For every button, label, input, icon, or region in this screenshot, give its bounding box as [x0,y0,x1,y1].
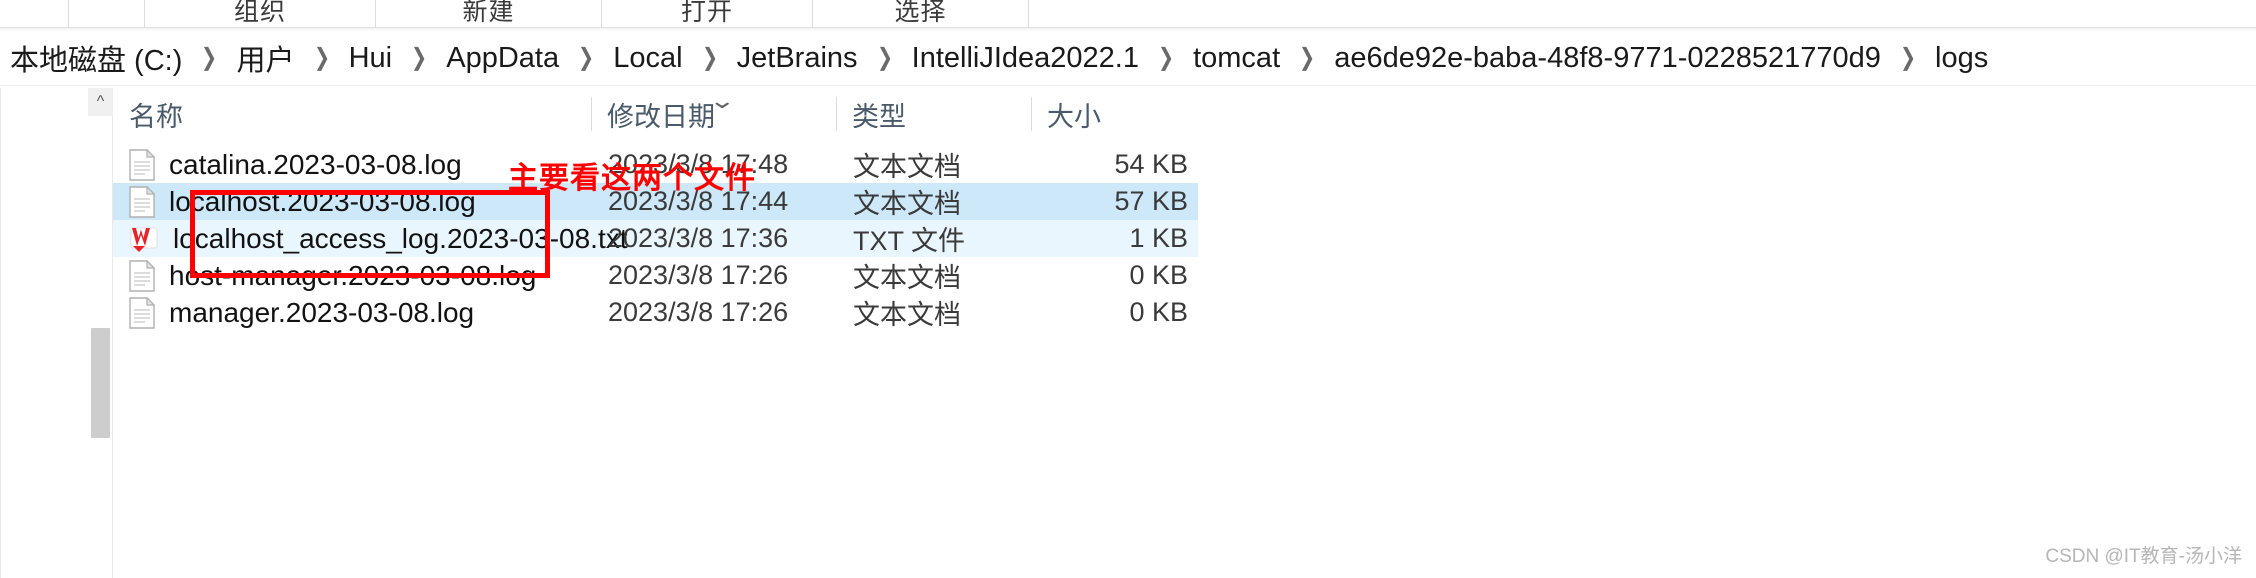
file-type-cell: 文本文档 [853,263,961,293]
text-file-icon [129,296,155,329]
breadcrumb-item-local[interactable]: Local [609,40,686,77]
file-name-cell[interactable]: manager.2023-03-08.log [129,296,475,329]
breadcrumb-item-hui[interactable]: Hui [345,40,397,77]
file-name-cell[interactable]: catalina.2023-03-08.log [129,148,462,181]
file-list-area: ^ ⌄ 名称 修改日期 类型 大小 catalina.2023-03-08.lo… [0,88,2256,578]
chevron-right-icon: ❯ [313,44,330,71]
file-name-label: catalina.2023-03-08.log [169,148,462,180]
file-explorer-window: 组织 新建 打开 选择 本地磁盘 (C:) ❯ 用户 ❯ Hui ❯ AppDa… [0,0,2256,578]
file-date-cell: 2023/3/8 17:36 [608,223,789,253]
breadcrumb-item-local-disk[interactable]: 本地磁盘 (C:) [6,35,186,81]
file-size-cell: 1 KB [1129,223,1188,253]
column-header-date-modified[interactable]: 修改日期 [591,88,715,140]
ribbon-group-open[interactable]: 打开 [602,0,812,28]
file-name-label: manager.2023-03-08.log [169,296,475,328]
file-size-cell: 0 KB [1129,297,1188,327]
chevron-right-icon: ❯ [1157,44,1175,71]
ribbon-group-label: 打开 [680,0,733,26]
column-header-name[interactable]: 名称 [113,88,183,140]
chevron-right-icon: ❯ [876,44,893,71]
breadcrumb-item-logs[interactable]: logs [1931,40,1992,77]
ribbon-group-label: 组织 [233,0,286,26]
file-size-cell: 0 KB [1129,260,1188,290]
vertical-scrollbar[interactable]: ^ [88,88,113,578]
breadcrumb[interactable]: 本地磁盘 (C:) ❯ 用户 ❯ Hui ❯ AppData ❯ Local ❯… [0,31,2256,86]
ribbon-divider [68,0,69,28]
table-row[interactable]: manager.2023-03-08.log 2023/3/8 17:26 文本… [113,294,1198,331]
breadcrumb-item-users[interactable]: 用户 [232,35,298,81]
breadcrumb-item-intellijidea[interactable]: IntelliJIdea2022.1 [908,40,1143,77]
file-date-cell: 2023/3/8 17:26 [608,260,789,290]
chevron-right-icon: ❯ [578,44,595,71]
text-file-icon [129,185,155,218]
breadcrumb-item-tomcat[interactable]: tomcat [1189,40,1284,77]
file-size-cell: 57 KB [1114,186,1188,216]
file-date-cell: 2023/3/8 17:26 [608,297,789,327]
ribbon-group-label: 新建 [462,0,515,26]
list-left-edge [0,88,1,578]
chevron-right-icon: ❯ [201,44,218,71]
ribbon-group-organize[interactable]: 组织 [145,0,375,28]
breadcrumb-item-appdata[interactable]: AppData [442,40,563,77]
annotation-highlight-box [190,190,550,278]
file-size-cell: 54 KB [1114,149,1188,179]
breadcrumb-item-guid[interactable]: ae6de92e-baba-48f8-9771-0228521770d9 [1330,40,1885,77]
ribbon-divider [1028,0,1029,28]
file-type-cell: TXT 文件 [853,226,966,256]
column-header-row: ⌄ 名称 修改日期 类型 大小 [113,88,1198,140]
chevron-right-icon: ❯ [1899,44,1917,71]
watermark: CSDN @IT教育-汤小洋 [2045,546,2242,567]
text-file-icon [129,148,155,181]
column-header-size[interactable]: 大小 [1031,88,1101,140]
file-type-cell: 文本文档 [853,300,961,330]
ribbon-toolbar: 组织 新建 打开 选择 [0,0,2256,28]
chevron-right-icon: ❯ [411,44,428,71]
column-header-type[interactable]: 类型 [836,88,906,140]
file-type-cell: 文本文档 [853,152,961,182]
ribbon-group-select[interactable]: 选择 [813,0,1028,28]
scroll-up-arrow-icon[interactable]: ^ [88,88,113,116]
chevron-right-icon: ❯ [1299,44,1316,71]
file-type-cell: 文本文档 [853,189,961,219]
ribbon-group-label: 选择 [894,0,947,26]
chevron-right-icon: ❯ [701,44,718,71]
w-editor-file-icon [129,224,159,254]
text-file-icon [129,259,155,292]
breadcrumb-item-jetbrains[interactable]: JetBrains [733,40,862,77]
ribbon-group-new[interactable]: 新建 [376,0,601,28]
scrollbar-thumb[interactable] [91,328,110,438]
